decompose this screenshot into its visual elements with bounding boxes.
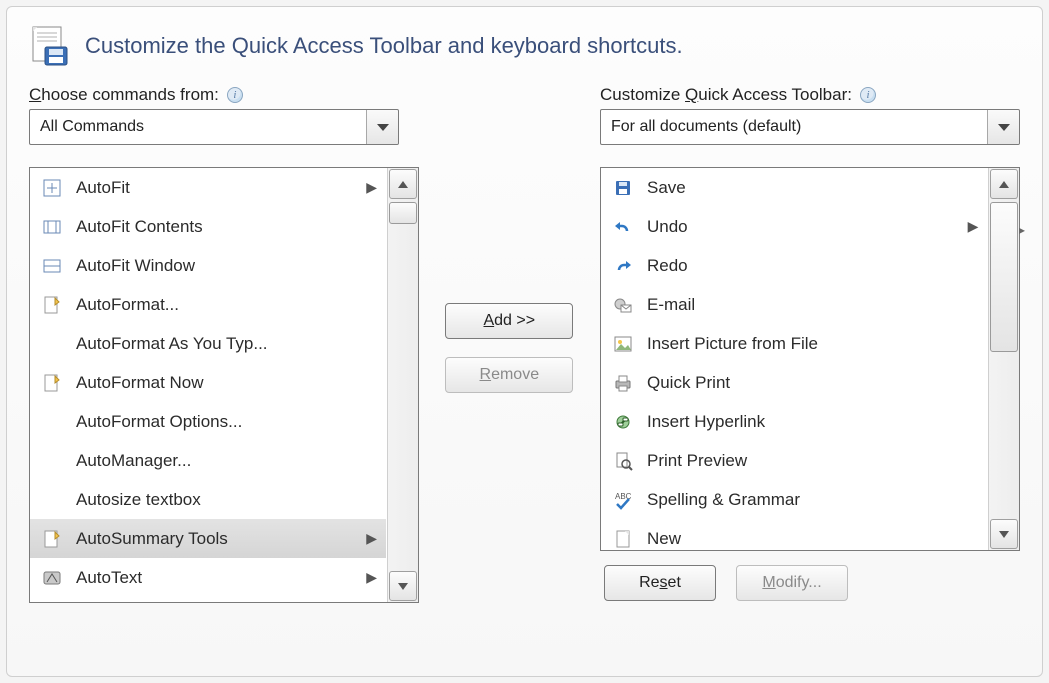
list-item[interactable]: AutoFormat Options... (30, 402, 386, 441)
list-item-label: AutoText (76, 568, 354, 588)
list-item[interactable]: ABC Spelling & Grammar (601, 480, 987, 519)
spelling-icon: ABC (611, 488, 635, 512)
list-item[interactable]: Undo ▶ (601, 207, 987, 246)
autofit-contents-icon (40, 215, 64, 239)
autosummary-icon (40, 527, 64, 551)
list-item[interactable]: Insert Hyperlink (601, 402, 987, 441)
scroll-thumb[interactable] (990, 202, 1018, 352)
list-item[interactable]: Autosize textbox (30, 480, 386, 519)
list-item-label: E-mail (647, 295, 979, 315)
scroll-down-button[interactable] (389, 571, 417, 601)
commands-listbox[interactable]: AutoFit ▶ AutoFit Contents AutoFit Window Au… (29, 167, 419, 603)
autotext-icon (40, 566, 64, 590)
list-item-label: Spelling & Grammar (647, 490, 979, 510)
undo-icon (611, 215, 635, 239)
new-icon (611, 527, 635, 551)
scroll-up-button[interactable] (990, 169, 1018, 199)
scroll-up-button[interactable] (389, 169, 417, 199)
flyout-arrow-icon: ▶ (366, 179, 378, 196)
list-item[interactable]: New (601, 519, 987, 550)
list-item-label: Quick Print (647, 373, 979, 393)
picture-icon (611, 332, 635, 356)
print-preview-icon (611, 449, 635, 473)
blank-icon (40, 332, 64, 356)
blank-icon (40, 488, 64, 512)
list-item-label: AutoFormat Now (76, 373, 378, 393)
list-item-label: Undo (647, 217, 955, 237)
scroll-track[interactable] (989, 200, 1019, 518)
list-item-label: AutoFormat... (76, 295, 378, 315)
autoformat-now-icon (40, 371, 64, 395)
list-item-label: AutoFit Contents (76, 217, 378, 237)
scroll-thumb[interactable] (389, 202, 417, 224)
list-item[interactable]: Print Preview (601, 441, 987, 480)
flyout-arrow-icon: ▶ (967, 218, 979, 235)
remove-button[interactable]: Remove (445, 357, 573, 393)
qat-listbox[interactable]: Save Undo ▶ Redo E-mail Insert Picture from F… (600, 167, 1020, 551)
add-button[interactable]: Add >> (445, 303, 573, 339)
scroll-track[interactable] (388, 200, 418, 570)
blank-icon (40, 449, 64, 473)
autofit-window-icon (40, 254, 64, 278)
list-item-label: AutoFit Window (76, 256, 378, 276)
scroll-down-button[interactable] (990, 519, 1018, 549)
scrollbar[interactable] (387, 168, 418, 602)
customize-qat-label: Customize Quick Access Toolbar: i (600, 85, 1020, 105)
save-icon (611, 176, 635, 200)
choose-commands-label: Choose commands from: i (29, 85, 243, 105)
list-item[interactable]: Insert Picture from File (601, 324, 987, 363)
list-item-label: Insert Hyperlink (647, 412, 979, 432)
list-item[interactable]: AutoSummary Tools ▶ (30, 519, 386, 558)
list-item-label: AutoManager... (76, 451, 378, 471)
header: Customize the Quick Access Toolbar and k… (29, 25, 1020, 67)
header-title: Customize the Quick Access Toolbar and k… (85, 33, 683, 59)
list-item-label: AutoFit (76, 178, 354, 198)
list-item[interactable]: AutoFormat Now (30, 363, 386, 402)
list-item[interactable]: E-mail (601, 285, 987, 324)
list-item-label: Insert Picture from File (647, 334, 979, 354)
hyperlink-icon (611, 410, 635, 434)
select-value: All Commands (40, 118, 144, 136)
list-item[interactable]: AutoFormat As You Typ... (30, 324, 386, 363)
list-item[interactable]: AutoFit ▶ (30, 168, 386, 207)
email-icon (611, 293, 635, 317)
flyout-arrow-icon: ▶ (366, 569, 378, 586)
list-item-label: Save (647, 178, 979, 198)
autoformat-icon (40, 293, 64, 317)
redo-icon (611, 254, 635, 278)
list-item[interactable]: Quick Print (601, 363, 987, 402)
list-item-label: AutoFormat As You Typ... (76, 334, 378, 354)
list-item-label: AutoFormat Options... (76, 412, 378, 432)
list-item-label: New (647, 529, 979, 549)
list-item[interactable]: Redo (601, 246, 987, 285)
info-icon[interactable]: i (227, 87, 243, 103)
list-item-label: Autosize textbox (76, 490, 378, 510)
blank-icon (40, 410, 64, 434)
document-disk-icon (29, 25, 71, 67)
scrollbar[interactable] (988, 168, 1019, 550)
modify-button[interactable]: Modify... (736, 565, 848, 601)
info-icon[interactable]: i (860, 87, 876, 103)
flyout-arrow-icon: ▶ (366, 530, 378, 547)
list-item[interactable]: AutoManager... (30, 441, 386, 480)
list-item[interactable]: Axes▶ (30, 597, 386, 602)
list-item[interactable]: AutoFormat... (30, 285, 386, 324)
select-value: For all documents (default) (611, 118, 801, 136)
list-item[interactable]: AutoText ▶ (30, 558, 386, 597)
autofit-icon (40, 176, 64, 200)
reset-button[interactable]: Reset (604, 565, 716, 601)
choose-commands-select[interactable]: All Commands (29, 109, 399, 145)
chevron-down-icon[interactable] (987, 110, 1019, 144)
chevron-down-icon[interactable] (366, 110, 398, 144)
center-buttons: Add >> Remove (419, 167, 600, 603)
list-item-label: Redo (647, 256, 979, 276)
list-item[interactable]: Save (601, 168, 987, 207)
quick-print-icon (611, 371, 635, 395)
options-dialog: Customize the Quick Access Toolbar and k… (6, 6, 1043, 677)
customize-qat-select[interactable]: For all documents (default) (600, 109, 1020, 145)
list-item[interactable]: AutoFit Contents (30, 207, 386, 246)
list-item-label: AutoSummary Tools (76, 529, 354, 549)
list-item[interactable]: AutoFit Window (30, 246, 386, 285)
list-item-label: Print Preview (647, 451, 979, 471)
